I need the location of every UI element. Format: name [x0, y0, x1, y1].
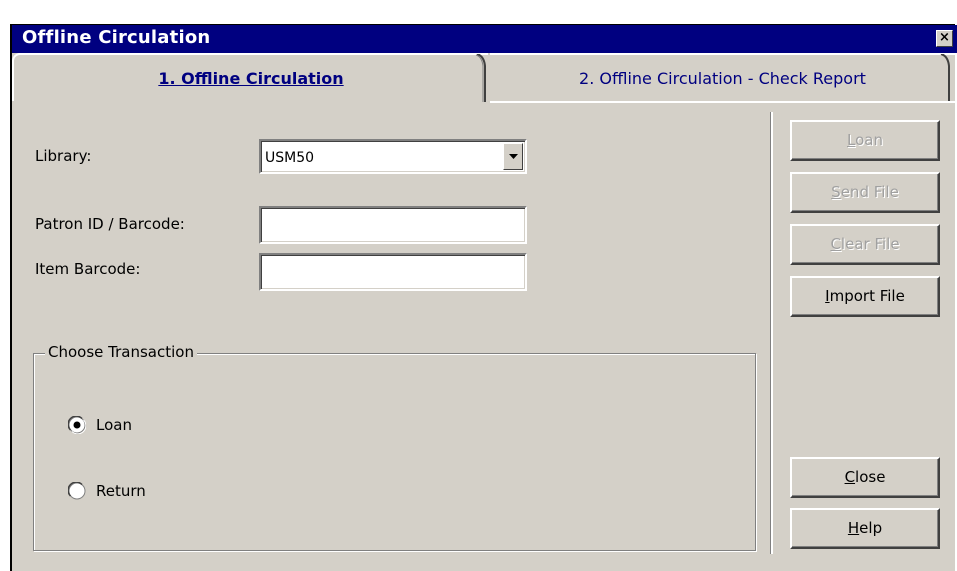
transaction-group [33, 353, 756, 551]
clear-file-button[interactable]: Clear File [790, 224, 940, 265]
library-select-value: USM50 [265, 150, 315, 166]
clear-file-button-label: lear File [840, 235, 900, 253]
loan-button[interactable]: Loan [790, 120, 940, 161]
title-bar: Offline Circulation × [12, 25, 957, 53]
tab-offline-circulation[interactable]: 1. Offline Circulation [12, 53, 488, 101]
tab-divider-icon [476, 54, 486, 102]
patron-id-input[interactable] [259, 206, 527, 244]
help-button-accel: H [847, 519, 860, 537]
return-radio-label[interactable]: Return [96, 482, 146, 500]
library-label: Library: [35, 147, 92, 165]
import-file-button-label: mport File [829, 287, 905, 305]
send-file-button[interactable]: Send File [790, 172, 940, 213]
loan-button-label: oan [855, 131, 883, 149]
tab-right-edge-icon [940, 54, 950, 102]
transaction-group-title: Choose Transaction [45, 343, 197, 361]
loan-button-accel: L [847, 131, 856, 149]
loan-radio[interactable] [68, 416, 86, 434]
item-barcode-input[interactable] [259, 253, 527, 291]
help-button-label: elp [859, 519, 883, 537]
vertical-divider [770, 112, 773, 554]
close-button[interactable]: Close [790, 457, 940, 498]
tab-baseline [490, 101, 955, 103]
return-radio[interactable] [68, 482, 86, 500]
item-barcode-label: Item Barcode: [35, 260, 141, 278]
import-file-button[interactable]: Import File [790, 276, 940, 317]
chevron-down-icon [509, 154, 518, 159]
patron-label: Patron ID / Barcode: [35, 215, 185, 233]
tab-check-report-label: 2. Offline Circulation - Check Report [579, 69, 866, 88]
library-dropdown-button[interactable] [503, 143, 523, 170]
help-button[interactable]: Help [790, 508, 940, 549]
library-select[interactable]: USM50 [259, 139, 527, 174]
close-window-icon[interactable]: × [936, 30, 953, 47]
clear-file-button-accel: C [830, 235, 841, 253]
send-file-button-accel: S [831, 183, 841, 201]
tab-check-report[interactable]: 2. Offline Circulation - Check Report [490, 53, 955, 101]
close-button-accel: C [844, 468, 856, 486]
window-title: Offline Circulation [22, 27, 211, 48]
send-file-button-label: end File [840, 183, 899, 201]
loan-radio-label[interactable]: Loan [96, 416, 132, 434]
close-button-label: lose [855, 468, 886, 486]
tab-offline-circulation-label: 1. Offline Circulation [158, 69, 344, 88]
